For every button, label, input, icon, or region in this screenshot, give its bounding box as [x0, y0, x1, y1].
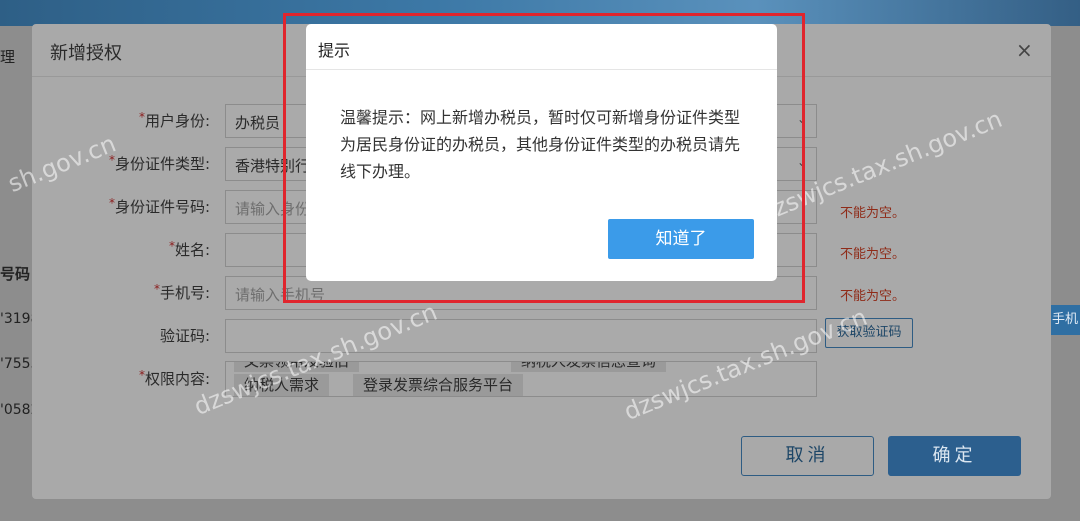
permission-tag: 登录发票综合服务平台 — [353, 374, 524, 396]
id-number-label: *身份证件号码: — [108, 196, 210, 216]
close-icon[interactable]: × — [1016, 38, 1033, 62]
phone-label: *手机号: — [153, 282, 210, 302]
phone-error: 不能为空。 — [840, 289, 906, 304]
phone-button-fragment[interactable]: 手机 — [1046, 305, 1080, 335]
id-number-error: 不能为空。 — [840, 206, 906, 221]
column-header: 号码 — [0, 265, 31, 283]
captcha-label: 验证码: — [159, 327, 210, 345]
user-identity-label: *用户身份: — [138, 110, 210, 130]
cancel-button[interactable]: 取消 — [741, 436, 874, 476]
highlight-box — [283, 13, 805, 303]
confirm-button[interactable]: 确定 — [888, 436, 1021, 476]
permissions-label: *权限内容: — [138, 368, 210, 388]
dialog-title: 新增授权 — [50, 43, 122, 64]
permission-tag: 纳税人发票信息查询 — [511, 362, 667, 372]
name-error: 不能为空。 — [840, 247, 906, 262]
name-label: *姓名: — [168, 239, 210, 259]
nav-fragment: 理 — [0, 48, 16, 66]
